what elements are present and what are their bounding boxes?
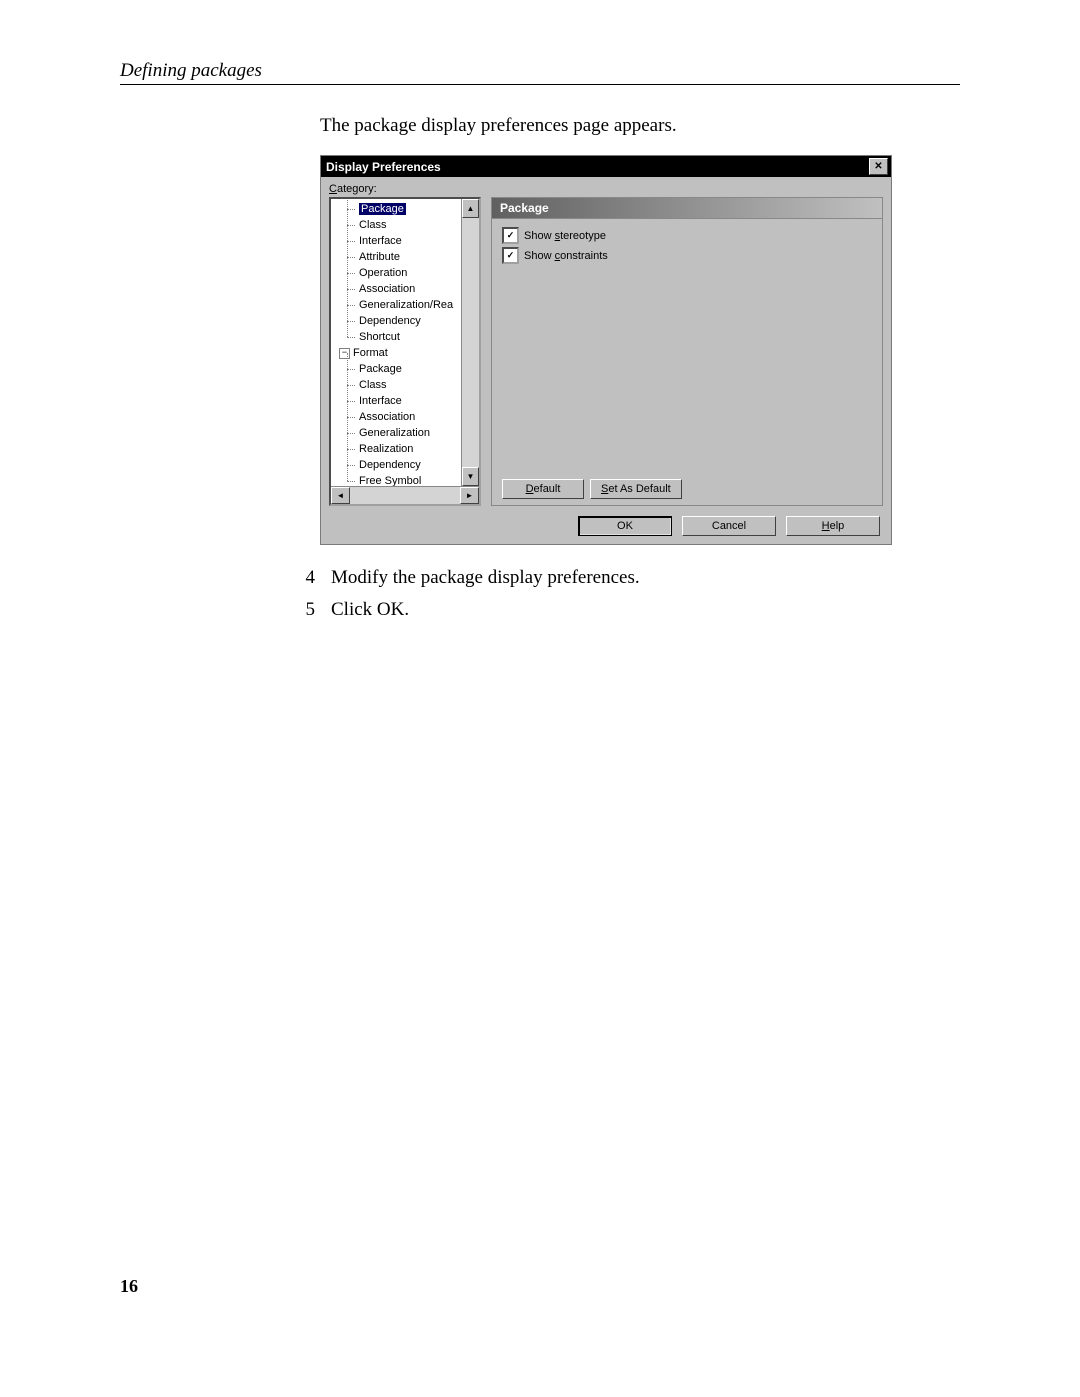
dialog-title: Display Preferences (326, 160, 869, 174)
collapse-icon[interactable]: − (339, 348, 350, 359)
step-number: 4 (295, 567, 315, 589)
tree-item[interactable]: Realization (333, 441, 479, 457)
ok-button[interactable]: OK (578, 516, 672, 536)
help-button[interactable]: Help (786, 516, 880, 536)
tree-group[interactable]: −Format (333, 345, 479, 361)
category-tree[interactable]: Package Class Interface Attribute Operat… (329, 197, 481, 506)
titlebar: Display Preferences ✕ (321, 156, 891, 177)
step-text: Modify the package display preferences. (331, 567, 640, 589)
step-text: Click OK. (331, 599, 409, 621)
pane-header: Package (491, 197, 883, 219)
scroll-left-icon[interactable]: ◄ (331, 487, 350, 504)
show-constraints-label: Show constraints (524, 250, 608, 262)
show-constraints-checkbox[interactable]: ✓ (502, 247, 519, 264)
show-stereotype-checkbox[interactable]: ✓ (502, 227, 519, 244)
scroll-down-icon[interactable]: ▼ (462, 467, 479, 486)
category-label: Category: (329, 183, 883, 195)
tree-hscrollbar[interactable]: ◄ ► (331, 486, 479, 504)
tree-item[interactable]: Association (333, 409, 479, 425)
tree-item[interactable]: Shortcut (333, 329, 479, 345)
intro-text: The package display preferences page app… (320, 115, 960, 137)
tree-item[interactable]: Association (333, 281, 479, 297)
scroll-right-icon[interactable]: ► (460, 487, 479, 504)
tree-item[interactable]: Class (333, 377, 479, 393)
tree-item[interactable]: Interface (333, 233, 479, 249)
tree-item[interactable]: Generalization (333, 425, 479, 441)
section-header: Defining packages (120, 60, 960, 85)
step-row: 5 Click OK. (295, 599, 960, 621)
step-row: 4 Modify the package display preferences… (295, 567, 960, 589)
step-number: 5 (295, 599, 315, 621)
tree-item[interactable]: Dependency (333, 457, 479, 473)
tree-item[interactable]: Attribute (333, 249, 479, 265)
tree-item[interactable]: Generalization/Rea (333, 297, 479, 313)
default-button[interactable]: Default (502, 479, 584, 499)
set-as-default-button[interactable]: Set As Default (590, 479, 682, 499)
tree-item[interactable]: Dependency (333, 313, 479, 329)
tree-item[interactable]: Class (333, 217, 479, 233)
page-number: 16 (120, 1276, 138, 1297)
tree-item[interactable]: Interface (333, 393, 479, 409)
display-prefs-dialog: Display Preferences ✕ Category: Package … (320, 155, 892, 545)
tree-item[interactable]: Operation (333, 265, 479, 281)
scroll-up-icon[interactable]: ▲ (462, 199, 479, 218)
tree-item[interactable]: Package (333, 201, 479, 217)
show-stereotype-label: Show stereotype (524, 230, 606, 242)
tree-item[interactable]: Package (333, 361, 479, 377)
tree-item[interactable]: Free Symbol (333, 473, 479, 486)
close-icon[interactable]: ✕ (869, 158, 888, 175)
tree-vscrollbar[interactable]: ▲ ▼ (461, 199, 479, 486)
cancel-button[interactable]: Cancel (682, 516, 776, 536)
